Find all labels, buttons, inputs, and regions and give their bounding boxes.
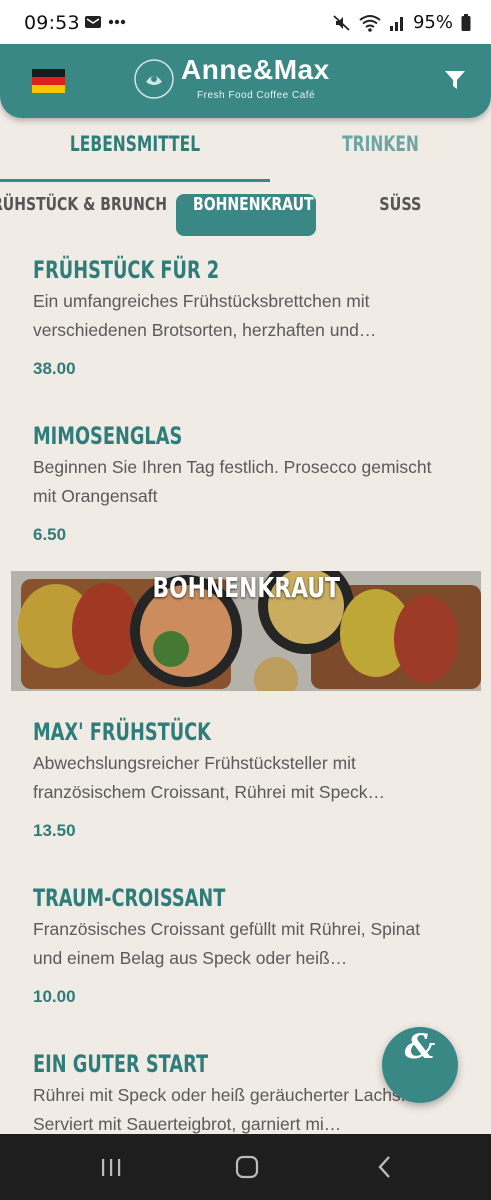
battery-percentage: 95% bbox=[412, 12, 453, 33]
brand-tagline: Fresh Food Coffee Café bbox=[197, 90, 316, 101]
tab-lebensmittel[interactable]: LEBENSMITTEL bbox=[24, 132, 245, 172]
category-banner: BOHNENKRAUT bbox=[11, 571, 481, 691]
menu-item-price: 10.00 bbox=[33, 987, 76, 1006]
signal-icon bbox=[389, 16, 403, 31]
menu-item-title: TRAUM-CROISSANT bbox=[33, 884, 226, 912]
ampersand-icon: & bbox=[404, 1027, 436, 1067]
menu-item-title: FRÜHSTÜCK FÜR 2 bbox=[33, 256, 220, 284]
brand-name: Anne&Max bbox=[181, 54, 330, 85]
tab-trinken[interactable]: TRINKEN bbox=[290, 132, 471, 172]
app-header: Anne&Max Fresh Food Coffee Café bbox=[0, 44, 491, 118]
menu-item-price: 6.50 bbox=[33, 525, 67, 544]
subtab-suess[interactable]: SÜSS bbox=[360, 194, 440, 236]
category-tabs: LEBENSMITTEL TRINKEN bbox=[0, 118, 491, 184]
active-tab-indicator bbox=[0, 179, 270, 182]
message-icon bbox=[85, 16, 101, 28]
brand-fab-button[interactable]: & bbox=[382, 1027, 458, 1103]
menu-item-price: 38.00 bbox=[33, 359, 76, 378]
menu-item-description: Französisches Croissant gefüllt mit Rühr… bbox=[33, 919, 421, 968]
more-notifications-icon bbox=[108, 19, 126, 25]
menu-item[interactable]: MIMOSENGLAS Beginnen Sie Ihren Tag festl… bbox=[33, 421, 453, 545]
system-icons: 95% bbox=[333, 12, 471, 33]
subtab-suess-label: SÜSS bbox=[378, 194, 422, 215]
menu-item[interactable]: FRÜHSTÜCK FÜR 2 Ein umfangreiches Frühst… bbox=[33, 255, 453, 379]
battery-icon bbox=[461, 13, 471, 31]
notification-icons bbox=[84, 14, 126, 30]
subtab-bohnenkraut-label: BOHNENKRAUT bbox=[193, 194, 314, 215]
home-icon[interactable] bbox=[232, 1152, 262, 1182]
menu-item-price: 13.50 bbox=[33, 821, 76, 840]
menu-item-title: MAX' FRÜHSTÜCK bbox=[33, 718, 211, 746]
menu-item-title: MIMOSENGLAS bbox=[33, 422, 183, 450]
menu-item[interactable]: TRAUM-CROISSANT Französisches Croissant … bbox=[33, 883, 453, 1007]
filter-icon[interactable] bbox=[443, 68, 467, 92]
planet-kardio-badge-icon bbox=[134, 59, 174, 99]
menu-item-description: Abwechslungsreicher Frühstücksteller mit… bbox=[33, 753, 386, 802]
wifi-icon bbox=[359, 14, 381, 32]
menu-item-title: EIN GUTER START bbox=[33, 1050, 209, 1078]
menu-item-description: Beginnen Sie Ihren Tag festlich. Prosecc… bbox=[33, 457, 432, 506]
system-navigation-bar bbox=[0, 1134, 491, 1200]
language-flag-icon[interactable] bbox=[32, 69, 65, 93]
subtab-bohnenkraut[interactable]: BOHNENKRAUT bbox=[176, 194, 316, 236]
back-icon[interactable] bbox=[370, 1152, 400, 1182]
brand-logo: Anne&Max Fresh Food Coffee Café bbox=[133, 54, 333, 110]
status-bar: 09:53 95% bbox=[0, 0, 491, 44]
mute-icon bbox=[333, 14, 350, 31]
menu-item-description: Ein umfangreiches Frühstücksbrettchen mi… bbox=[33, 291, 377, 340]
recent-apps-icon[interactable] bbox=[96, 1152, 126, 1182]
subtab-fruehstueck-brunch[interactable]: RÜHSTÜCK & BRUNCH bbox=[0, 194, 167, 236]
status-time: 09:53 bbox=[24, 12, 80, 34]
banner-title-text: BOHNENKRAUT bbox=[152, 571, 340, 604]
subcategory-tabs: RÜHSTÜCK & BRUNCH BOHNENKRAUT SÜSS bbox=[0, 190, 491, 240]
banner-title: BOHNENKRAUT bbox=[11, 571, 481, 691]
menu-item[interactable]: MAX' FRÜHSTÜCK Abwechslungsreicher Frühs… bbox=[33, 717, 453, 841]
